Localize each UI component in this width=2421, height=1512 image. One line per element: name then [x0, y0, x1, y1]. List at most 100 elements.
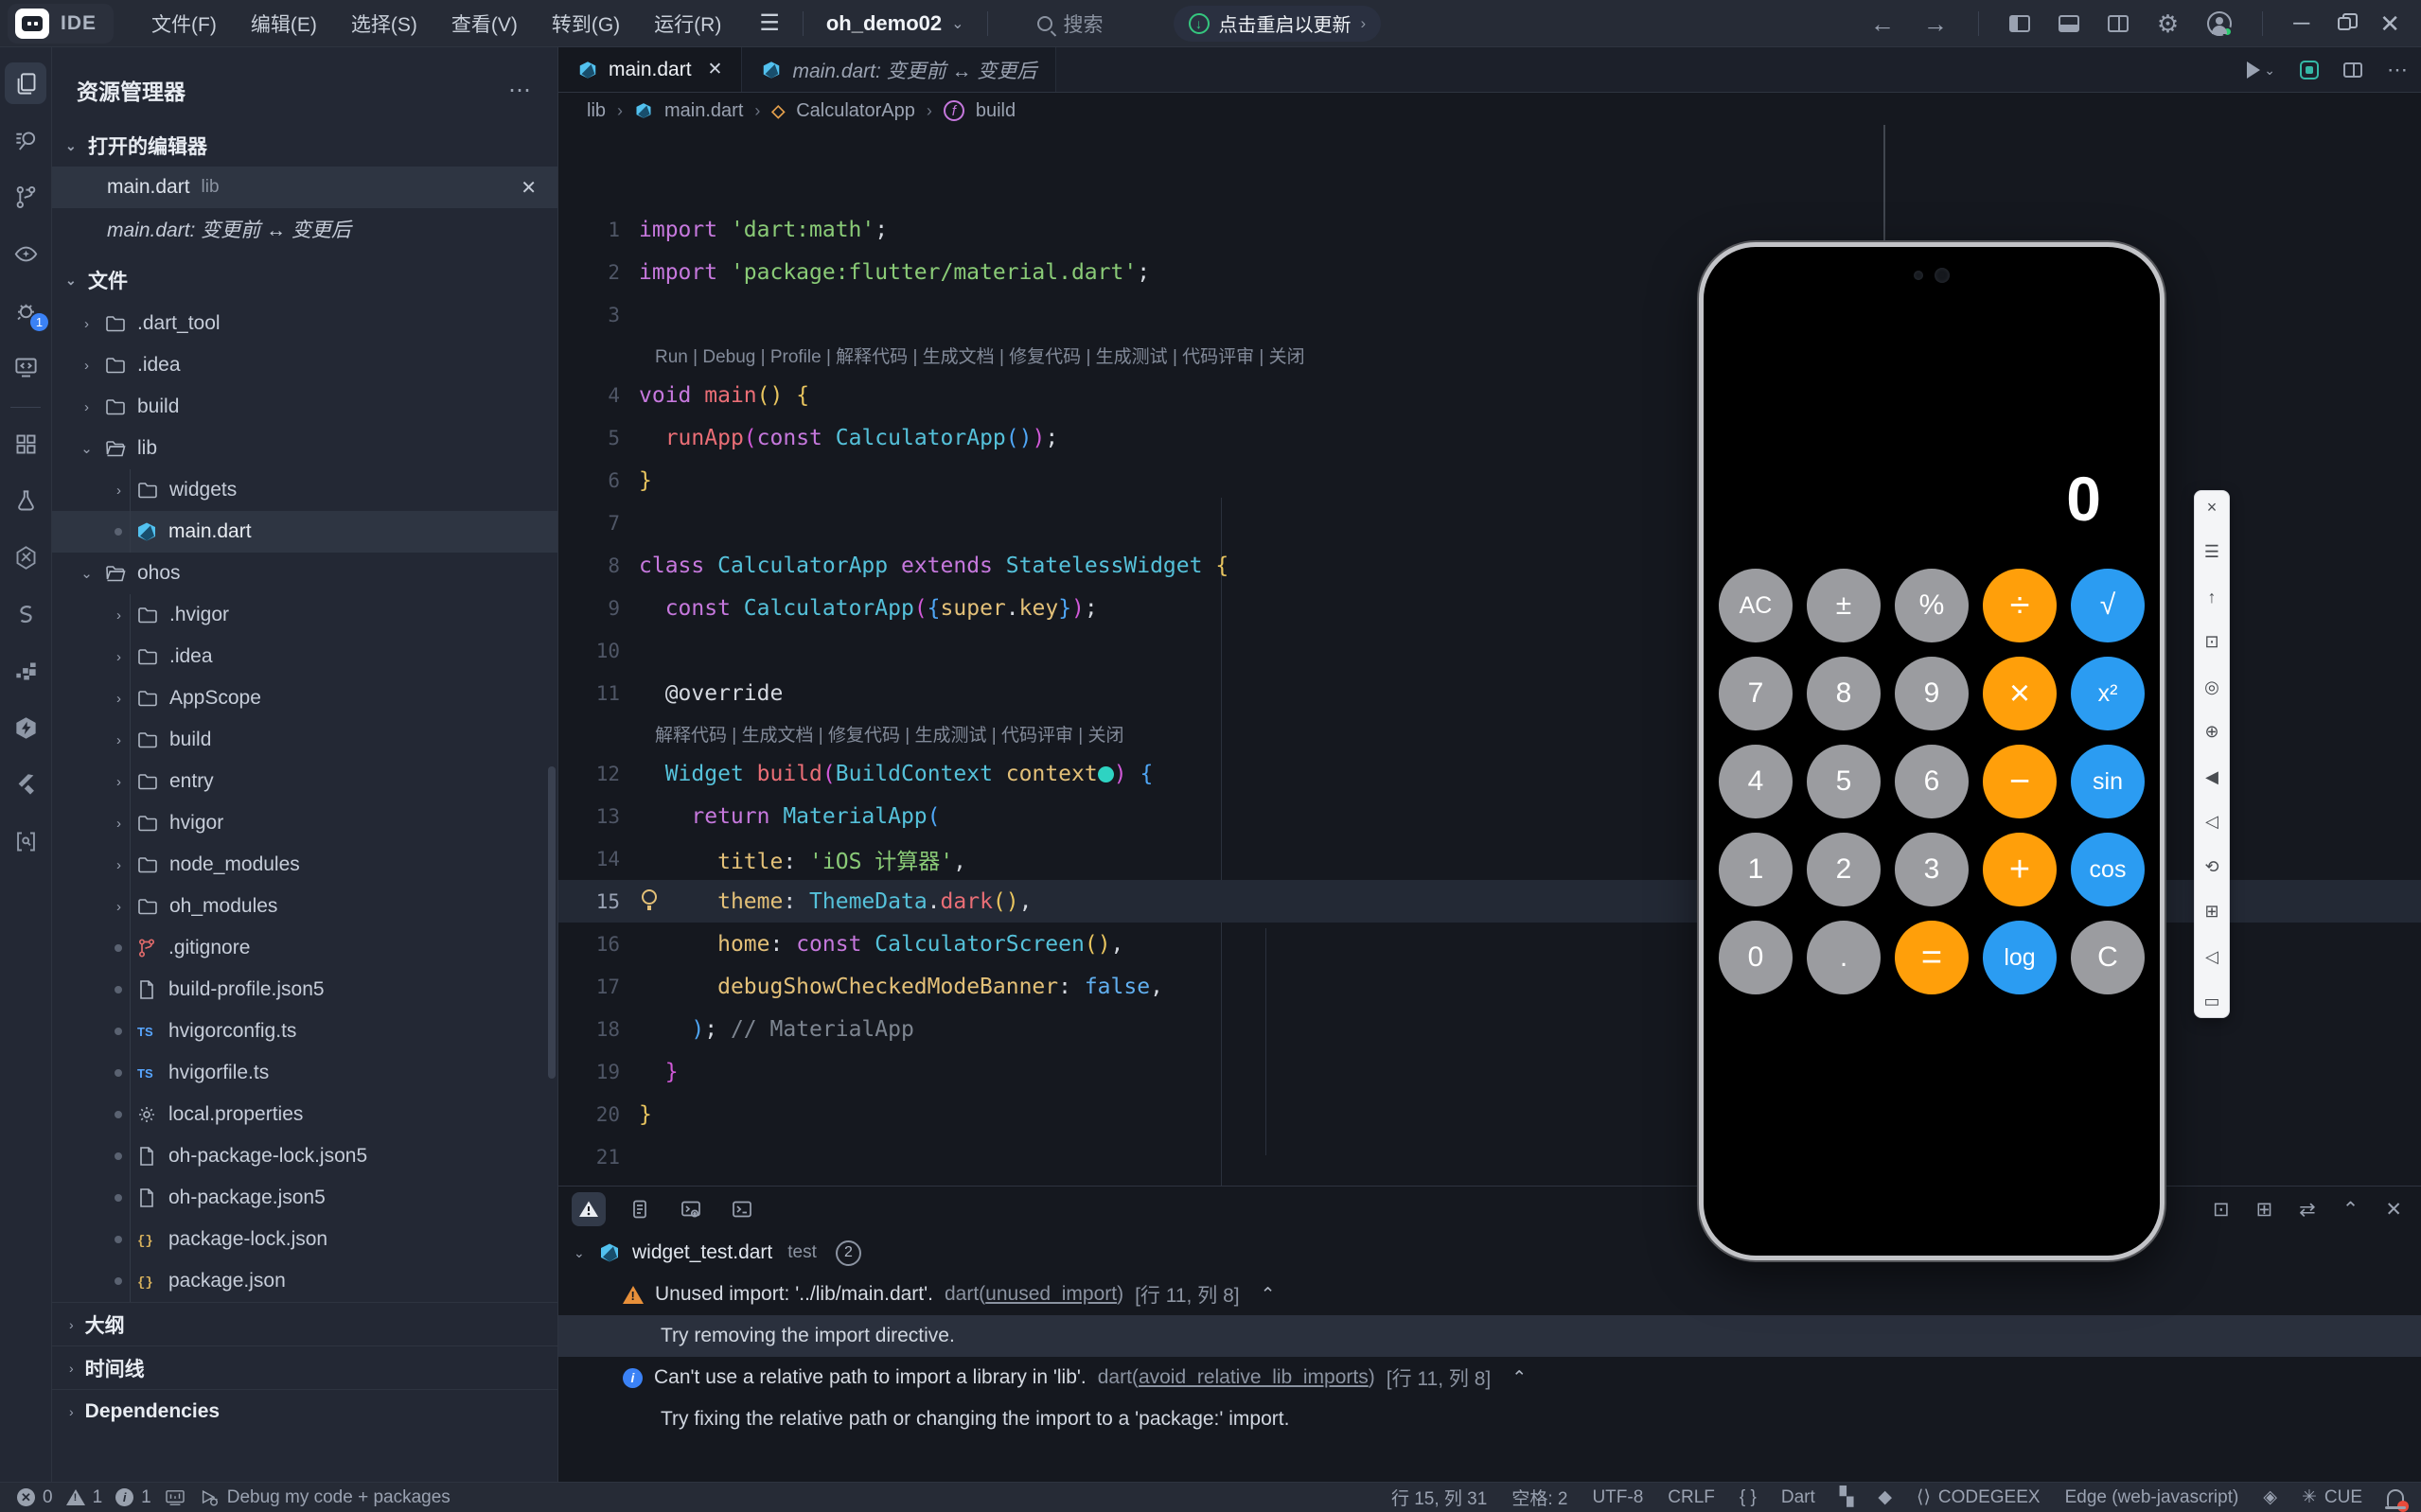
collapse-hint-icon[interactable]: ⌃ [1511, 1367, 1527, 1389]
tree-item--gitignore[interactable]: .gitignore [52, 927, 557, 969]
panel-close-icon[interactable]: ✕ [2385, 1198, 2402, 1222]
tree-item-build[interactable]: ›build [52, 386, 557, 428]
volume-up-icon[interactable]: ◀ [2205, 768, 2218, 785]
tree-item-widgets[interactable]: ›widgets [52, 469, 557, 511]
sidebar-scrollbar[interactable] [548, 766, 556, 1079]
restart-update-button[interactable]: ↓ 点击重启以更新 › [1174, 6, 1382, 42]
tree-item-hvigorconfig-ts[interactable]: TShvigorconfig.ts [52, 1011, 557, 1052]
menu-g[interactable]: 转到(G) [539, 4, 633, 44]
activity-item-test-flask[interactable] [5, 480, 46, 521]
calc-button-0[interactable]: 0 [1719, 921, 1793, 994]
notifications-bell-icon[interactable] [2387, 1489, 2404, 1506]
error-count[interactable]: ✕ 0 [17, 1487, 53, 1508]
calc-button-7[interactable]: 7 [1719, 657, 1793, 730]
calc-button-9[interactable]: 9 [1895, 657, 1969, 730]
record-icon[interactable]: ◎ [2204, 678, 2219, 695]
tree-item-ohos[interactable]: ⌄ohos [52, 553, 557, 594]
nav-back-icon[interactable]: ← [1870, 9, 1895, 39]
window-close-button[interactable]: ✕ [2379, 9, 2400, 39]
screenshot-icon[interactable]: ⊡ [2204, 633, 2218, 650]
status-item----[interactable]: { } [1740, 1487, 1757, 1508]
sidebar-section-[interactable]: ›时间线 [52, 1345, 557, 1389]
problem-hint-row[interactable]: Try fixing the relative path or changing… [558, 1398, 2421, 1440]
home-icon[interactable]: ▭ [2203, 993, 2219, 1010]
files-section-header[interactable]: ⌄ 文件 [52, 259, 557, 301]
calc-button-x[interactable]: x² [2071, 657, 2145, 730]
output-tab-icon[interactable] [623, 1192, 657, 1226]
activity-item-search-code[interactable] [5, 820, 46, 862]
sidebar-section-dependencies[interactable]: ›Dependencies [52, 1389, 557, 1433]
toggle-panel-icon[interactable] [2059, 15, 2079, 32]
activity-item-deveco-service[interactable] [5, 707, 46, 748]
menu-v[interactable]: 查看(V) [438, 4, 531, 44]
location-icon[interactable]: ⊕ [2204, 723, 2218, 740]
activity-item-build-tools[interactable] [5, 536, 46, 578]
toggle-sidebar-icon[interactable] [2009, 15, 2030, 32]
tree-item-oh-package-json5[interactable]: oh-package.json5 [52, 1177, 557, 1219]
calc-button-[interactable]: . [1807, 921, 1881, 994]
breadcrumb[interactable]: lib › main.dart › ◇ CalculatorApp › f bu… [558, 93, 2421, 129]
tree-item-entry[interactable]: ›entry [52, 761, 557, 802]
calc-button-ac[interactable]: AC [1719, 569, 1793, 642]
tree-item-lib[interactable]: ⌄lib [52, 428, 557, 469]
panel-open-view-icon[interactable]: ⊡ [2213, 1198, 2230, 1222]
calc-button-cos[interactable]: cos [2071, 833, 2145, 906]
open-editors-header[interactable]: ⌄ 打开的编辑器 [52, 125, 557, 167]
split-editor-icon[interactable] [2343, 62, 2362, 78]
tree-item--idea[interactable]: ›.idea [52, 636, 557, 677]
activity-item-pixel-tool[interactable] [5, 650, 46, 692]
tree-item--idea[interactable]: ›.idea [52, 344, 557, 386]
status-item-----2[interactable]: 空格: 2 [1511, 1485, 1567, 1510]
problems-tab-icon[interactable] [572, 1192, 606, 1226]
problem-row[interactable]: iCan't use a relative path to import a l… [558, 1357, 2421, 1398]
sidebar-more-actions-icon[interactable]: ⋯ [508, 77, 533, 104]
status-item---15----31[interactable]: 行 15, 列 31 [1391, 1485, 1487, 1510]
debug-console-tab-icon[interactable] [674, 1192, 708, 1226]
tree-item-package-json[interactable]: {}package.json [52, 1260, 557, 1302]
sidebar-section-[interactable]: ›大纲 [52, 1302, 557, 1345]
activity-item-debug[interactable]: 1 [5, 290, 46, 331]
status-item-dart[interactable]: Dart [1781, 1487, 1815, 1508]
menu-s[interactable]: 选择(S) [338, 4, 431, 44]
calc-button-c[interactable]: C [2071, 921, 2145, 994]
calc-button-5[interactable]: 5 [1807, 745, 1881, 818]
warning-count[interactable]: 1 [66, 1487, 103, 1508]
close-icon[interactable]: × [2207, 499, 2218, 516]
calc-button-[interactable]: % [1895, 569, 1969, 642]
code-line-1[interactable]: 1import 'dart:math'; [558, 208, 2421, 251]
window-minimize-button[interactable]: ─ [2293, 10, 2309, 37]
problem-code-link[interactable]: dart(unused_import) [945, 1283, 1123, 1306]
status-item-utf-8[interactable]: UTF-8 [1592, 1487, 1643, 1508]
codegeex-icon[interactable]: ⟨⟩CODEGEEX [1917, 1486, 2041, 1508]
problem-row[interactable]: Unused import: '../lib/main.dart'.dart(u… [558, 1274, 2421, 1315]
account-avatar[interactable] [2207, 11, 2232, 36]
panel-table-view-icon[interactable]: ⊞ [2256, 1198, 2273, 1222]
search-input[interactable]: 搜索 [1037, 9, 1104, 38]
calc-button-log[interactable]: log [1983, 921, 2057, 994]
pixel-blocks-icon[interactable]: ▚ [1840, 1486, 1854, 1508]
problem-hint-row[interactable]: Try removing the import directive. [558, 1315, 2421, 1357]
activity-item-flutter[interactable] [5, 764, 46, 805]
menu-e[interactable]: 编辑(E) [238, 4, 330, 44]
volume-down-icon[interactable]: ◁ [2205, 813, 2218, 830]
menu-icon[interactable]: ☰ [2204, 543, 2219, 560]
tree-item-node-modules[interactable]: ›node_modules [52, 844, 557, 886]
tab-main-dart-diff[interactable]: main.dart: 变更前 ↔ 变更后 [742, 47, 1056, 92]
rotate-icon[interactable]: ⟲ [2204, 858, 2218, 875]
problem-code-link[interactable]: dart(avoid_relative_lib_imports) [1098, 1366, 1375, 1389]
editor-more-actions-icon[interactable]: ⋯ [2387, 58, 2408, 82]
activity-item-explorer[interactable] [5, 62, 46, 104]
calc-button-2[interactable]: 2 [1807, 833, 1881, 906]
window-restore-button[interactable] [2338, 17, 2351, 30]
calc-button-[interactable]: + [1983, 833, 2057, 906]
tab-main-dart[interactable]: main.dart ✕ [558, 47, 742, 92]
debug-launch-item[interactable]: Debug my code + packages [199, 1487, 451, 1508]
menu-r[interactable]: 运行(R) [641, 4, 734, 44]
activity-item-codelinter[interactable] [5, 593, 46, 635]
tree-item-build[interactable]: ›build [52, 719, 557, 761]
collapse-hint-icon[interactable]: ⌃ [1261, 1284, 1276, 1306]
panel-filter-icon[interactable]: ⇄ [2299, 1198, 2316, 1222]
activity-item-search[interactable] [5, 119, 46, 161]
tree-item--hvigor[interactable]: ›.hvigor [52, 594, 557, 636]
calc-button-[interactable]: ± [1807, 569, 1881, 642]
